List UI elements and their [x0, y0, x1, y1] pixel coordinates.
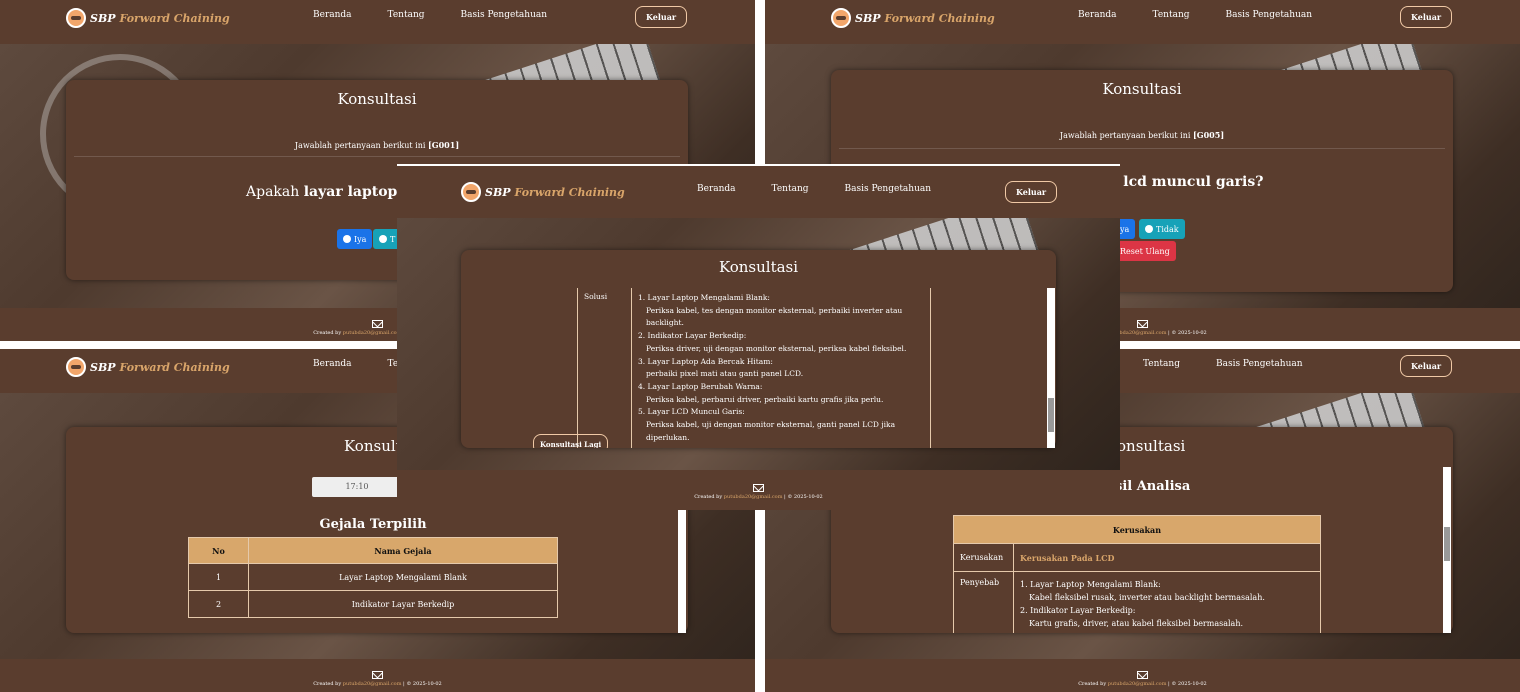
time-field: 17:10 — [312, 477, 402, 497]
nav-links: Beranda Tentang Basis Pengetahuan — [697, 184, 931, 194]
brand-logo-icon — [66, 357, 86, 377]
question-text: Apakah layar laptop m — [246, 184, 418, 200]
selected-symptoms-section: Gejala Terpilih No Nama Gejala 1 Layar La… — [128, 509, 688, 633]
brand[interactable]: SBP Forward Chaining — [461, 182, 625, 202]
x-icon — [379, 235, 387, 243]
divider — [74, 156, 680, 157]
nav-link-tentang[interactable]: Tentang — [1153, 10, 1190, 20]
nav-link-beranda[interactable]: Beranda — [1078, 10, 1117, 20]
nav-link-tentang[interactable]: Tentang — [1143, 359, 1180, 369]
solution-scroll-area: Solusi 1. Layar Laptop Mengalami Blank: … — [533, 288, 1051, 448]
question-text: r lcd muncul garis? — [1111, 174, 1264, 190]
question-prompt: Jawablah pertanyaan berikut ini [G005] — [1059, 130, 1225, 140]
nav-link-beranda[interactable]: Beranda — [313, 10, 352, 20]
col-name: Nama Gejala — [248, 537, 558, 564]
analysis-table: Kerusakan Kerusakan Kerusakan Pada LCD P… — [953, 515, 1321, 633]
nav-link-beranda[interactable]: Beranda — [313, 359, 352, 369]
footer: Created by putubda20@gmail.com | © 2025-… — [765, 659, 1520, 692]
logout-button[interactable]: Keluar — [1400, 6, 1453, 28]
scrollbar[interactable] — [1047, 288, 1055, 448]
nav-link-beranda[interactable]: Beranda — [697, 184, 736, 194]
brand-logo-icon — [461, 182, 481, 202]
symptoms-table: No Nama Gejala 1 Layar Laptop Mengalami B… — [188, 537, 558, 618]
scrollbar[interactable] — [1443, 467, 1451, 633]
table-header: Kerusakan — [953, 515, 1321, 544]
yes-button[interactable]: Iya — [337, 229, 373, 249]
mail-icon[interactable] — [372, 671, 383, 679]
footer: Created by putubda20@gmail.com | © 2025-… — [397, 472, 1120, 510]
logout-button[interactable]: Keluar — [635, 6, 688, 28]
brand[interactable]: SBP Forward Chaining — [831, 8, 995, 28]
scrollbar[interactable] — [678, 509, 686, 633]
section-heading: sil Analisa — [1115, 479, 1191, 494]
screenshot-panel-center: SBP Forward Chaining Beranda Tentang Bas… — [397, 164, 1120, 510]
no-button[interactable]: Tidak — [1139, 219, 1185, 239]
section-heading: Gejala Terpilih — [319, 517, 427, 532]
mail-icon[interactable] — [753, 484, 764, 492]
question-prompt: Jawablah pertanyaan berikut ini [G001] — [294, 140, 460, 150]
table-row: 2 Indikator Layar Berkedip — [188, 590, 558, 618]
nav-links: Beranda Tentang Basis Pengetahuan — [313, 10, 547, 20]
table-row: Kerusakan Kerusakan Pada LCD — [953, 543, 1321, 572]
logout-button[interactable]: Keluar — [1400, 355, 1453, 377]
nav-link-tentang[interactable]: Tentang — [772, 184, 809, 194]
nav-link-basis[interactable]: Basis Pengetahuan — [845, 184, 932, 194]
mail-icon[interactable] — [1137, 671, 1148, 679]
reset-button[interactable]: Reset Ulang — [1114, 241, 1176, 261]
solution-card: Konsultasi Solusi 1. Layar Laptop Mengal… — [461, 250, 1056, 448]
col-no: No — [188, 537, 249, 564]
brand-accent: Forward Chaining — [119, 11, 230, 25]
nav-links: Beranda Tentang Basis Pengetahuan — [1078, 10, 1312, 20]
nav-link-basis[interactable]: Basis Pengetahuan — [1216, 359, 1303, 369]
mail-icon[interactable] — [1137, 320, 1148, 328]
nav-link-basis[interactable]: Basis Pengetahuan — [1226, 10, 1313, 20]
logout-button[interactable]: Keluar — [1005, 181, 1058, 203]
footer-email[interactable]: putubda20@gmail.com — [343, 330, 402, 336]
table-row: Solusi 1. Layar Laptop Mengalami Blank: … — [577, 288, 931, 448]
page-title: Konsultasi — [337, 90, 417, 108]
page-title: Konsultasi — [1102, 80, 1182, 98]
check-icon — [343, 235, 351, 243]
nav-link-tentang[interactable]: Tentang — [388, 10, 425, 20]
divider — [839, 148, 1445, 149]
brand[interactable]: SBP Forward Chaining — [66, 8, 230, 28]
navbar: SBP Forward Chaining Beranda Tentang Bas… — [0, 0, 755, 44]
table-row: Penyebab 1. Layar Laptop Mengalami Blank… — [953, 571, 1321, 633]
mail-icon[interactable] — [372, 320, 383, 328]
nav-links: Tentang Basis Pengetahuan — [1143, 359, 1303, 369]
navbar: SBP Forward Chaining Beranda Tentang Bas… — [765, 0, 1520, 44]
brand-logo-icon — [831, 8, 851, 28]
consult-again-button[interactable]: Konsultasi Lagi — [533, 434, 609, 448]
footer: Created by putubda20@gmail.com | © 2025-… — [0, 659, 755, 692]
table-row: 1 Layar Laptop Mengalami Blank — [188, 563, 558, 591]
nav-link-basis[interactable]: Basis Pengetahuan — [461, 10, 548, 20]
page-title: Konsultasi — [718, 258, 799, 276]
navbar: SBP Forward Chaining Beranda Tentang Bas… — [397, 166, 1120, 218]
page-title: onsultasi — [1117, 437, 1186, 455]
brand-logo-icon — [66, 8, 86, 28]
x-icon — [1145, 225, 1153, 233]
solution-table: Solusi 1. Layar Laptop Mengalami Blank: … — [577, 288, 931, 448]
brand-name: SBP — [90, 11, 116, 25]
brand[interactable]: SBP Forward Chaining — [66, 357, 230, 377]
